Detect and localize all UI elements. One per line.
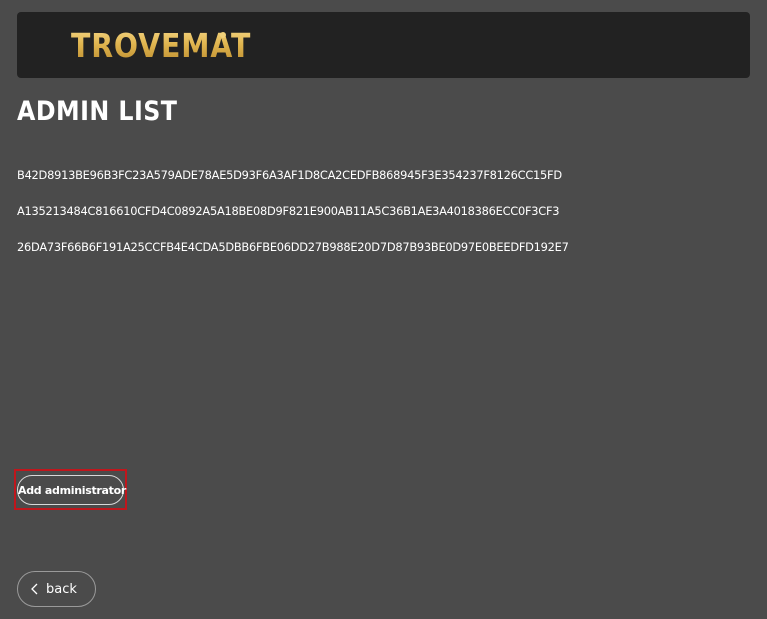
back-button[interactable]: back bbox=[17, 571, 96, 607]
logo-dot bbox=[220, 32, 226, 38]
back-label: back bbox=[46, 581, 77, 597]
admin-list: B42D8913BE96B3FC23A579ADE78AE5D93F6A3AF1… bbox=[17, 166, 569, 274]
admin-list-item: A135213484C816610CFD4C0892A5A18BE08D9F82… bbox=[17, 204, 560, 218]
top-banner: TROVEMAT bbox=[17, 12, 750, 78]
chevron-left-icon bbox=[31, 583, 38, 595]
admin-list-item: B42D8913BE96B3FC23A579ADE78AE5D93F6A3AF1… bbox=[17, 168, 562, 182]
admin-list-item: 26DA73F66B6F191A25CCFB4E4CDA5DBB6FBE06DD… bbox=[17, 240, 569, 254]
page-title: ADMIN LIST bbox=[17, 96, 178, 127]
add-administrator-button[interactable]: Add administrator bbox=[17, 475, 126, 505]
